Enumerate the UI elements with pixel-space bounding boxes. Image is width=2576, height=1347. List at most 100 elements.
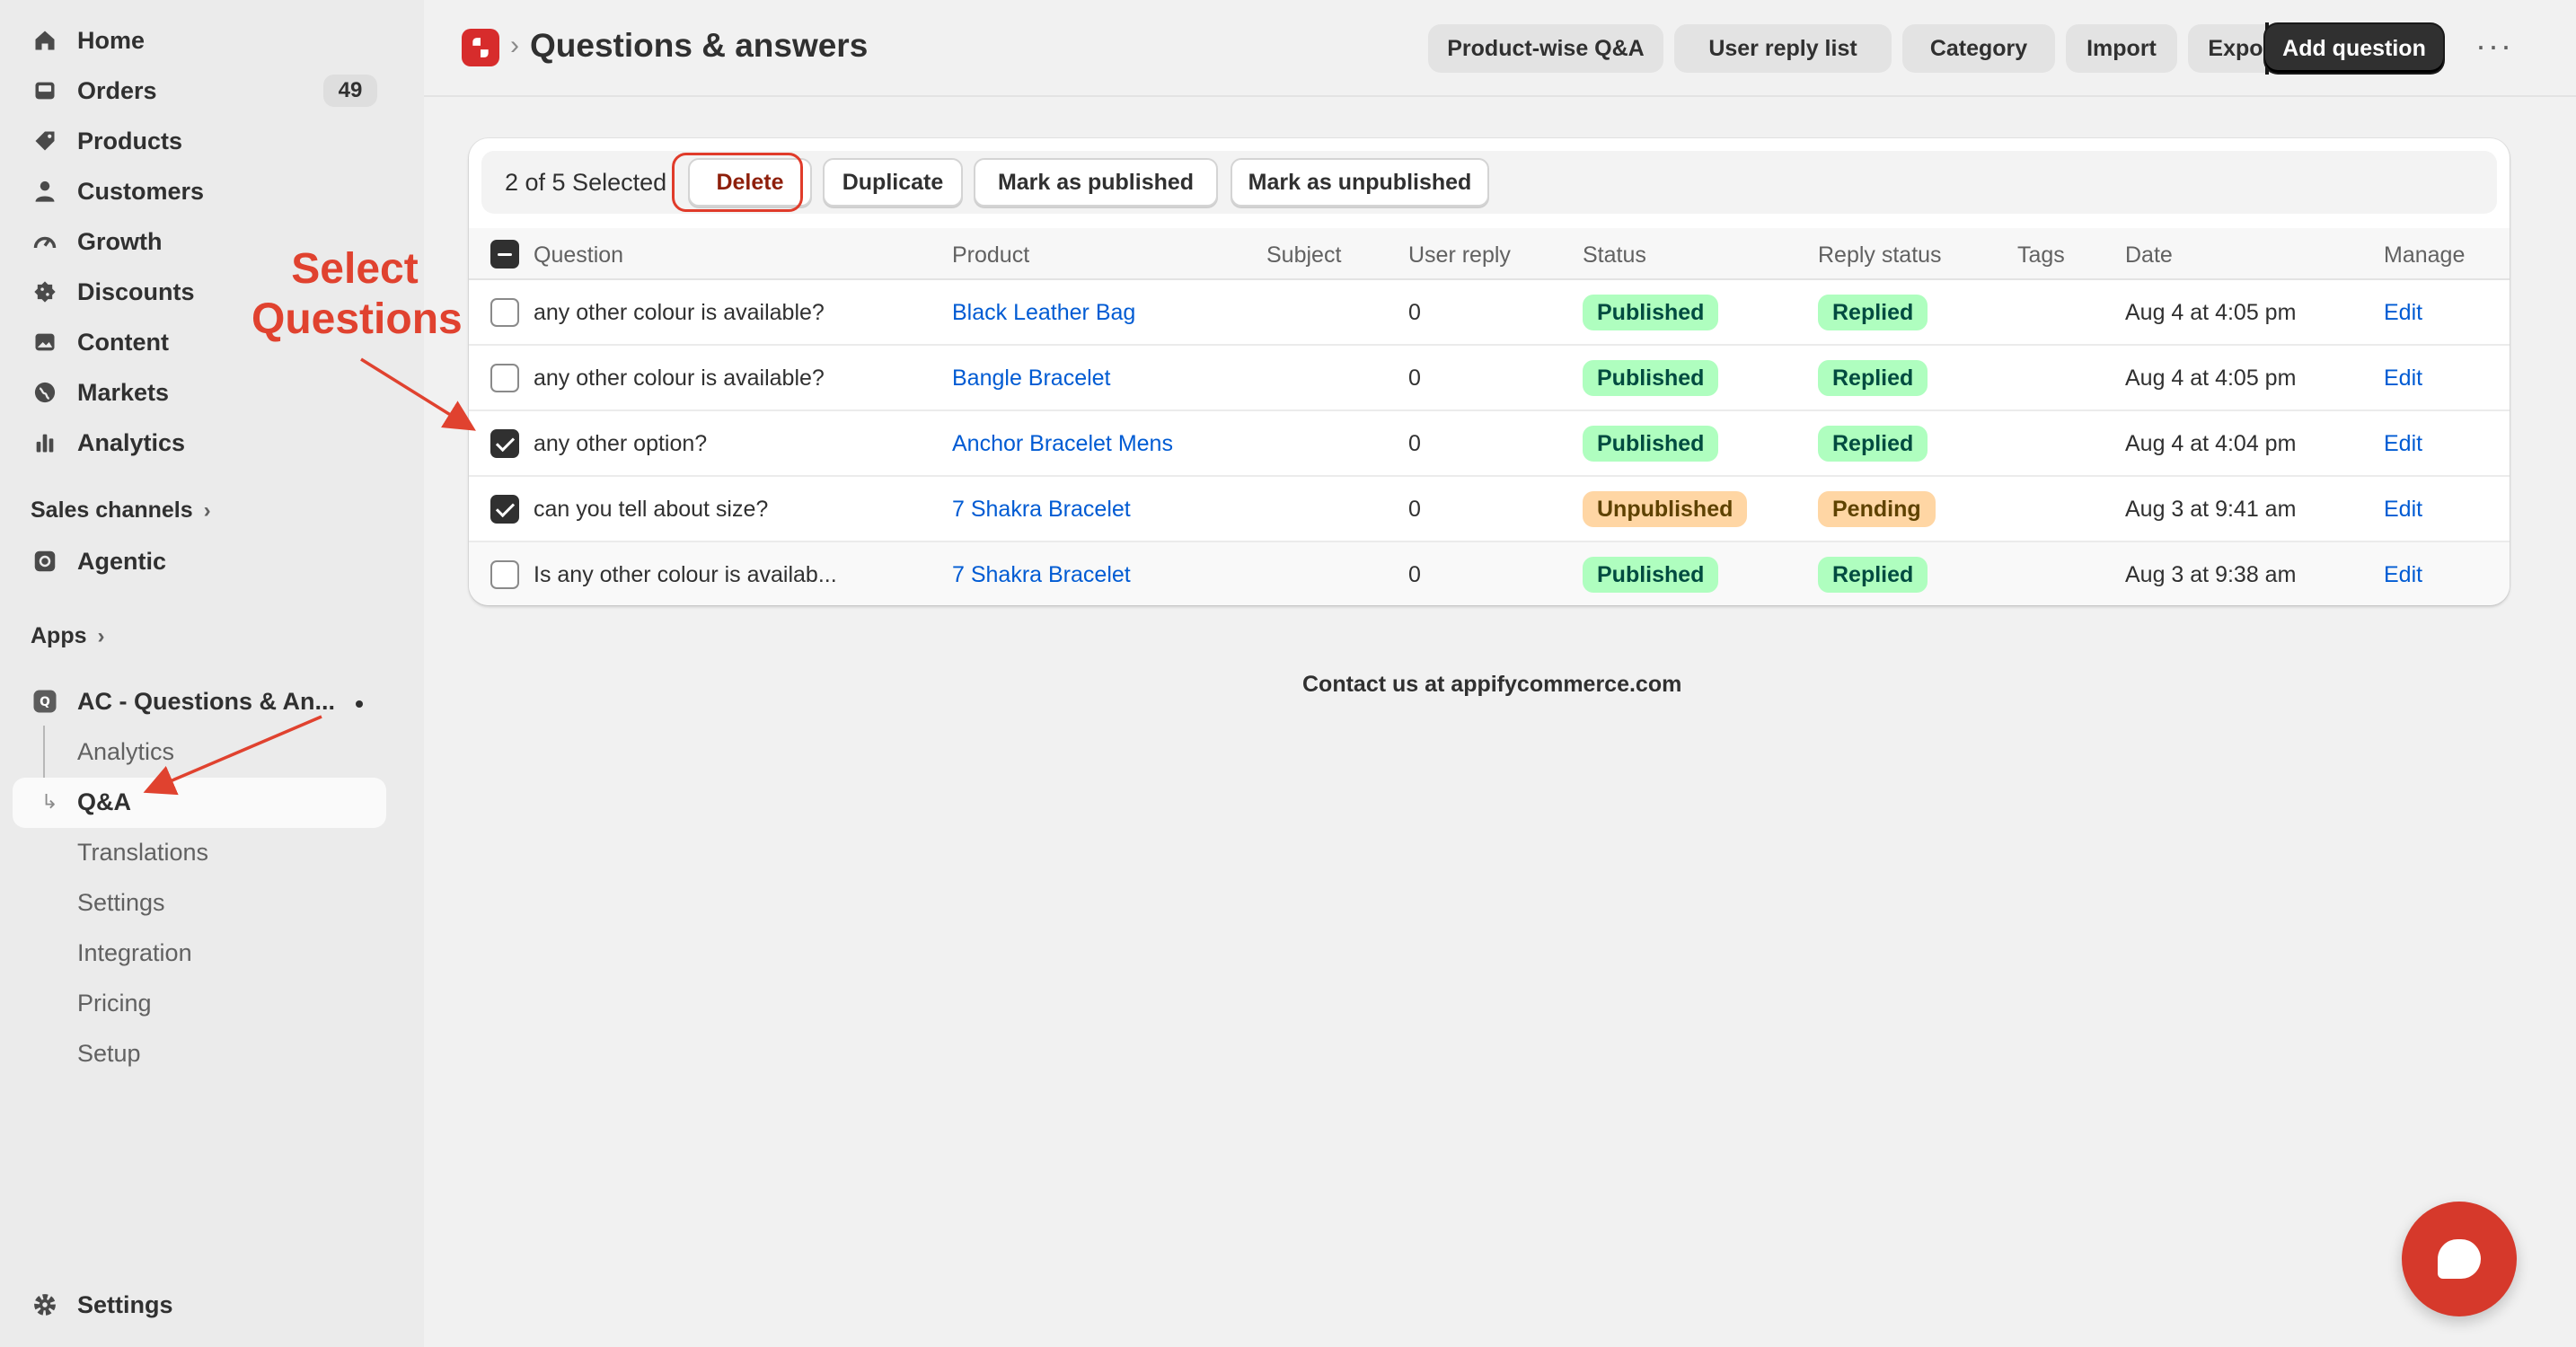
column-header-reply-status: Reply status bbox=[1818, 242, 1942, 268]
row-checkbox[interactable] bbox=[490, 495, 519, 524]
mark-unpublished-button[interactable]: Mark as unpublished bbox=[1231, 158, 1489, 207]
question-text: any other colour is available? bbox=[534, 300, 825, 325]
row-checkbox[interactable] bbox=[490, 429, 519, 458]
contact-footer[interactable]: Contact us at appifycommerce.com bbox=[1302, 672, 1681, 698]
status-badge: Published bbox=[1583, 426, 1719, 462]
chevron-right-icon: › bbox=[203, 497, 211, 523]
status-badge: Published bbox=[1583, 360, 1719, 396]
date-text: Aug 4 at 4:04 pm bbox=[2125, 431, 2297, 456]
table-row[interactable]: Is any other colour is availab... 7 Shak… bbox=[469, 542, 2510, 605]
row-checkbox[interactable] bbox=[490, 364, 519, 392]
product-link[interactable]: Black Leather Bag bbox=[952, 300, 1135, 326]
inbox-icon bbox=[29, 75, 61, 107]
status-badge: Published bbox=[1583, 557, 1719, 593]
edit-link[interactable]: Edit bbox=[2384, 365, 2422, 392]
row-checkbox[interactable] bbox=[490, 298, 519, 327]
column-header-product: Product bbox=[952, 242, 1030, 268]
product-link[interactable]: Anchor Bracelet Mens bbox=[952, 431, 1173, 457]
app-logo[interactable] bbox=[462, 29, 499, 66]
sidebar-subitem-settings[interactable]: Settings bbox=[77, 889, 165, 917]
table-row[interactable]: can you tell about size? 7 Shakra Bracel… bbox=[469, 477, 2510, 542]
status-badge: Unpublished bbox=[1583, 491, 1748, 527]
table-row[interactable]: any other option? Anchor Bracelet Mens 0… bbox=[469, 411, 2510, 477]
annotation-line-2: Questions bbox=[251, 295, 463, 343]
sidebar-item-markets[interactable]: Markets bbox=[13, 368, 386, 417]
user-reply-count: 0 bbox=[1408, 431, 1421, 456]
discount-icon bbox=[29, 276, 61, 308]
column-header-manage: Manage bbox=[2384, 242, 2466, 268]
app-status-dot bbox=[356, 700, 363, 708]
reply-status-badge: Replied bbox=[1818, 426, 1928, 462]
sidebar-item-label: AC - Questions & An... bbox=[77, 687, 336, 715]
apps-label: Apps bbox=[31, 623, 87, 648]
sales-channels-label: Sales channels bbox=[31, 497, 193, 523]
sidebar: Home Orders 49 Products Customers Growth… bbox=[0, 0, 424, 1347]
column-header-subject: Subject bbox=[1266, 242, 1342, 268]
questions-table-card: 2 of 5 Selected Delete Duplicate Mark as… bbox=[469, 138, 2510, 605]
sidebar-item-label: Analytics bbox=[77, 428, 186, 456]
product-wise-qa-button[interactable]: Product-wise Q&A bbox=[1428, 24, 1663, 73]
agentic-icon bbox=[29, 545, 61, 577]
mark-published-button[interactable]: Mark as published bbox=[974, 158, 1218, 207]
add-question-button[interactable]: Add question bbox=[2265, 24, 2443, 73]
sidebar-subitem-qa[interactable]: Q&A bbox=[77, 788, 131, 816]
sidebar-item-customers[interactable]: Customers bbox=[13, 167, 386, 216]
sidebar-item-label: Orders bbox=[77, 76, 157, 104]
date-text: Aug 3 at 9:38 am bbox=[2125, 562, 2297, 587]
apps-heading[interactable]: Apps › bbox=[31, 623, 105, 649]
tag-icon bbox=[29, 125, 61, 157]
chevron-right-icon: › bbox=[97, 623, 105, 648]
column-header-question: Question bbox=[534, 242, 624, 268]
edit-link[interactable]: Edit bbox=[2384, 497, 2422, 523]
more-actions-icon[interactable]: ··· bbox=[2475, 27, 2513, 65]
sidebar-item-home[interactable]: Home bbox=[13, 16, 386, 65]
product-link[interactable]: 7 Shakra Bracelet bbox=[952, 562, 1131, 588]
sidebar-item-app[interactable]: Q AC - Questions & An... bbox=[13, 677, 386, 726]
sidebar-item-orders[interactable]: Orders 49 bbox=[13, 66, 386, 115]
sidebar-item-agentic[interactable]: Agentic bbox=[13, 537, 386, 585]
sidebar-subitem-integration[interactable]: Integration bbox=[77, 939, 192, 967]
question-text: can you tell about size? bbox=[534, 497, 769, 522]
sidebar-item-settings[interactable]: Settings bbox=[13, 1281, 386, 1329]
import-button[interactable]: Import bbox=[2066, 24, 2177, 73]
sidebar-item-label: Growth bbox=[77, 227, 163, 255]
user-reply-list-button[interactable]: User reply list bbox=[1674, 24, 1892, 73]
reply-status-badge: Replied bbox=[1818, 557, 1928, 593]
edit-link[interactable]: Edit bbox=[2384, 300, 2422, 326]
table-row[interactable]: any other colour is available? Black Lea… bbox=[469, 280, 2510, 346]
sidebar-subitem-translations[interactable]: Translations bbox=[77, 839, 208, 867]
table-header: Question Product Subject User reply Stat… bbox=[469, 228, 2510, 280]
duplicate-button[interactable]: Duplicate bbox=[823, 158, 963, 207]
image-icon bbox=[29, 326, 61, 358]
product-link[interactable]: 7 Shakra Bracelet bbox=[952, 497, 1131, 523]
bar-chart-icon bbox=[29, 427, 61, 459]
select-all-checkbox[interactable] bbox=[490, 240, 519, 269]
sidebar-item-products[interactable]: Products bbox=[13, 117, 386, 165]
active-item-background bbox=[13, 778, 386, 828]
edit-link[interactable]: Edit bbox=[2384, 562, 2422, 588]
user-reply-count: 0 bbox=[1408, 300, 1421, 325]
date-text: Aug 4 at 4:05 pm bbox=[2125, 365, 2297, 391]
svg-text:Q: Q bbox=[40, 695, 50, 709]
sales-channels-heading[interactable]: Sales channels › bbox=[31, 497, 211, 524]
category-button[interactable]: Category bbox=[1902, 24, 2055, 73]
page-title: Questions & answers bbox=[530, 27, 869, 64]
chat-launcher-button[interactable] bbox=[2402, 1202, 2517, 1316]
chat-icon bbox=[2438, 1239, 2481, 1279]
sidebar-subitem-analytics[interactable]: Analytics bbox=[77, 738, 174, 766]
app-logo-icon: Q bbox=[29, 685, 61, 718]
sidebar-subitem-pricing[interactable]: Pricing bbox=[77, 990, 152, 1017]
row-checkbox[interactable] bbox=[490, 560, 519, 589]
product-link[interactable]: Bangle Bracelet bbox=[952, 365, 1111, 392]
edit-link[interactable]: Edit bbox=[2384, 431, 2422, 457]
column-header-user-reply: User reply bbox=[1408, 242, 1511, 268]
gauge-icon bbox=[29, 225, 61, 258]
main-content: › Questions & answers Product-wise Q&A U… bbox=[424, 0, 2576, 1347]
table-row[interactable]: any other colour is available? Bangle Br… bbox=[469, 346, 2510, 411]
sidebar-item-label: Settings bbox=[77, 1290, 173, 1318]
sidebar-item-analytics[interactable]: Analytics bbox=[13, 418, 386, 467]
sidebar-item-label: Products bbox=[77, 127, 183, 154]
question-text: any other colour is available? bbox=[534, 365, 825, 391]
sidebar-subitem-setup[interactable]: Setup bbox=[77, 1040, 141, 1068]
selected-count: 2 of 5 Selected bbox=[505, 169, 667, 196]
